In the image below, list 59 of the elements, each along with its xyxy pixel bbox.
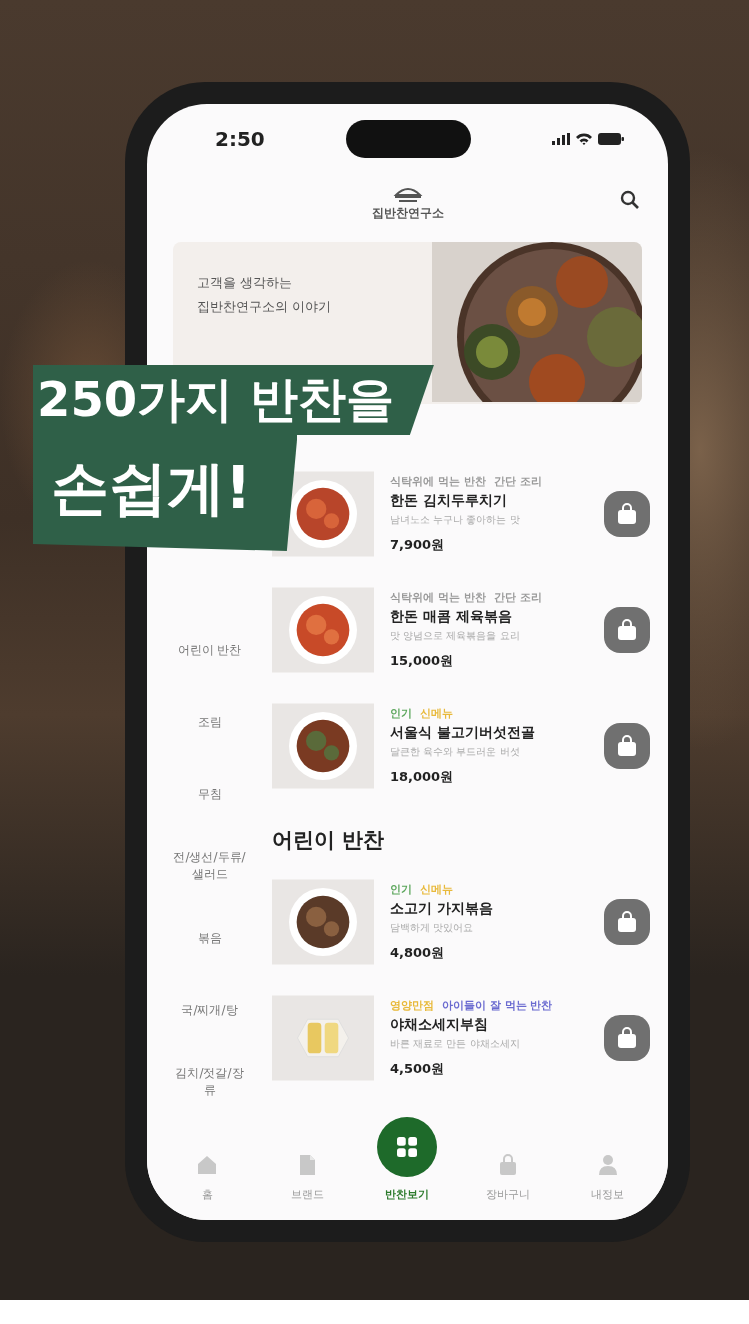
- product-price: 15,000원: [390, 652, 455, 670]
- product-price: 4,800원: [390, 944, 446, 962]
- shopping-bag-icon: [615, 618, 639, 642]
- product-price: 4,500원: [390, 1060, 446, 1078]
- product-name: 한돈 김치두루치기: [390, 492, 508, 510]
- tag-label: 아이들이 잘 먹는 반찬: [442, 998, 553, 1013]
- category-item[interactable]: 볶음: [169, 902, 250, 974]
- shopping-bag-icon: [615, 734, 639, 758]
- add-to-cart-button[interactable]: [604, 607, 650, 653]
- category-item[interactable]: 무침: [169, 758, 250, 830]
- logo-text: 집반찬연구소: [371, 204, 444, 222]
- product-name: 소고기 가지볶음: [390, 900, 494, 918]
- product-description: 남녀노소 누구나 좋아하는 맛: [390, 513, 521, 527]
- category-item[interactable]: 김치/젓갈/장류: [169, 1046, 250, 1110]
- product-name: 서울식 불고기버섯전골: [390, 724, 536, 742]
- category-item[interactable]: 조림: [169, 686, 250, 758]
- tag-label: 신메뉴: [420, 706, 453, 721]
- add-to-cart-button[interactable]: [604, 1015, 650, 1061]
- banner-text: 집반찬연구소의 이야기: [197, 298, 332, 316]
- product-description: 맛 양념으로 제육볶음을 요리: [390, 629, 521, 643]
- banner-text: 고객을 생각하는: [197, 274, 294, 292]
- promo-caption: 손쉽게!: [33, 435, 298, 551]
- category-item[interactable]: 국/찌개/탕: [169, 974, 250, 1046]
- tag-label: 영양만점: [390, 998, 434, 1013]
- battery-icon: [598, 133, 624, 145]
- product-description: 바른 재료로 만든 야채소세지: [390, 1037, 521, 1051]
- product-price: 7,900원: [390, 536, 446, 554]
- category-item[interactable]: 어린이 반찬: [169, 614, 250, 686]
- category-item[interactable]: 전/생선/두류/샐러드: [169, 830, 250, 902]
- product-price: 18,000원: [390, 768, 455, 786]
- signal-icon: [552, 133, 570, 145]
- search-icon: [620, 190, 640, 210]
- tag-label: 간단 조리: [493, 474, 542, 489]
- add-to-cart-button[interactable]: [604, 491, 650, 537]
- promo-caption: 250가지 반찬을: [33, 365, 434, 435]
- product-name: 야채소세지부침: [390, 1016, 489, 1034]
- add-to-cart-button[interactable]: [604, 723, 650, 769]
- shopping-bag-icon: [615, 1026, 639, 1050]
- tag-label: 식탁위에 먹는 반찬: [390, 474, 486, 489]
- shopping-bag-icon: [615, 502, 639, 526]
- nav-tab[interactable]: 브랜드: [267, 1153, 348, 1202]
- search-button[interactable]: [620, 190, 640, 210]
- tag-label: 인기: [390, 882, 412, 897]
- product-name: 한돈 매콤 제육볶음: [390, 608, 513, 626]
- add-to-cart-button[interactable]: [604, 899, 650, 945]
- status-time: 2:50: [215, 127, 265, 151]
- product-description: 담백하게 맛있어요: [390, 921, 475, 935]
- tag-label: 인기: [390, 706, 412, 721]
- tag-label: 신메뉴: [420, 882, 453, 897]
- nav-tab[interactable]: 홈: [167, 1153, 248, 1202]
- nav-tab[interactable]: 내정보: [567, 1153, 648, 1202]
- product-description: 달큰한 육수와 부드러운 버섯: [390, 745, 521, 759]
- tag-label: 식탁위에 먹는 반찬: [390, 590, 486, 605]
- tag-label: 간단 조리: [493, 590, 542, 605]
- nav-tab[interactable]: 장바구니: [467, 1153, 548, 1202]
- shopping-bag-icon: [615, 910, 639, 934]
- nav-tab[interactable]: 반찬보기: [367, 1117, 448, 1202]
- section-title: 어린이 반찬: [272, 827, 386, 854]
- wifi-icon: [576, 133, 592, 145]
